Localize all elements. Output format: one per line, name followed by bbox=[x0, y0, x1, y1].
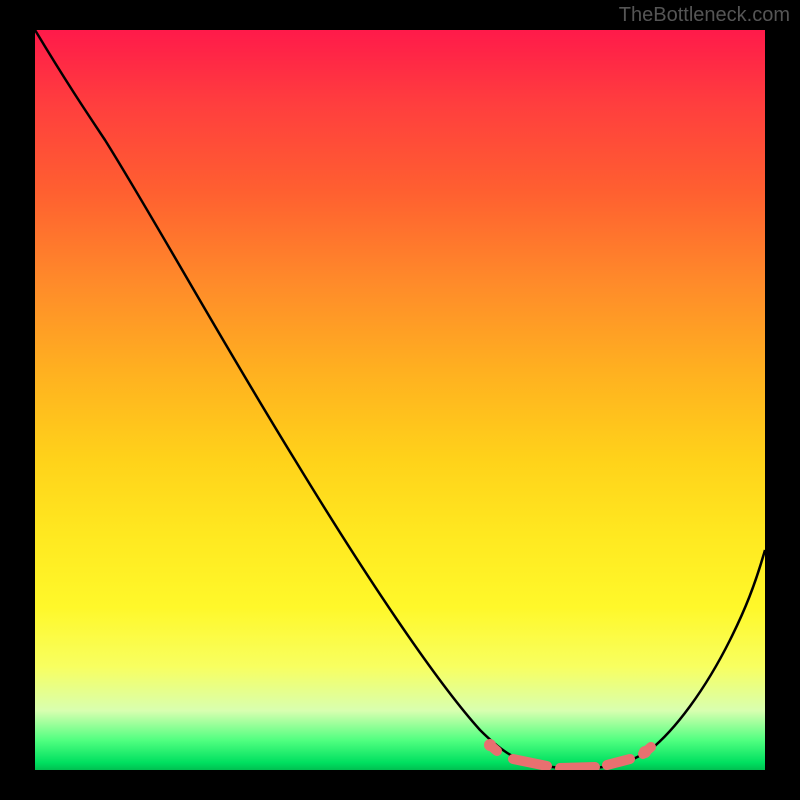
bottleneck-curve-path bbox=[35, 30, 765, 768]
curve-svg bbox=[35, 30, 765, 770]
chart-plot-area bbox=[35, 30, 765, 770]
marker-seg-2 bbox=[513, 759, 547, 766]
marker-dot-1 bbox=[484, 739, 496, 751]
watermark-text: TheBottleneck.com bbox=[619, 4, 790, 27]
marker-seg-5 bbox=[643, 747, 651, 754]
marker-seg-3 bbox=[560, 767, 595, 768]
marker-seg-4 bbox=[607, 759, 630, 765]
